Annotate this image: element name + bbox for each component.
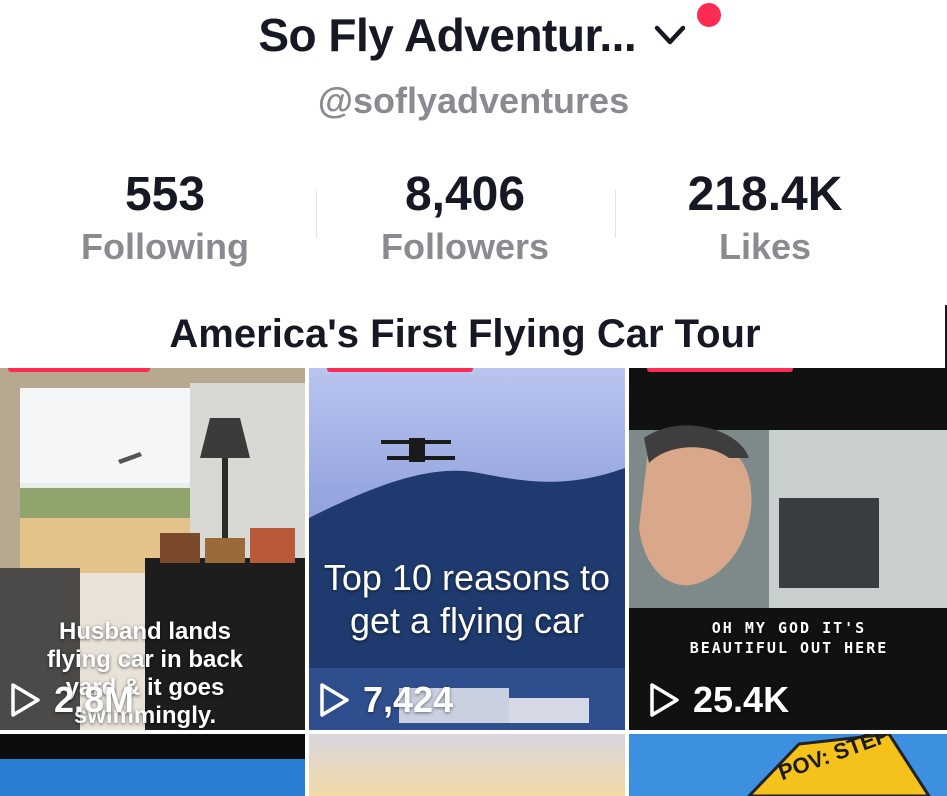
stat-followers[interactable]: 8,406 Followers bbox=[315, 165, 615, 269]
likes-count: 218.4K bbox=[687, 168, 843, 221]
view-count: 7,424 bbox=[317, 679, 454, 720]
profile-stats: 553 Following 8,406 Followers 218.4K Lik… bbox=[0, 165, 947, 275]
view-count-text: 2.8M bbox=[54, 679, 135, 720]
thumbnail-image bbox=[309, 734, 625, 796]
followers-label: Followers bbox=[380, 226, 550, 267]
profile-handle: @soflyadventures bbox=[317, 80, 630, 121]
video-thumbnail[interactable] bbox=[309, 734, 625, 796]
profile-name[interactable]: So Fly Adventur... bbox=[258, 8, 636, 62]
view-count: 2.8M bbox=[8, 679, 135, 720]
chevron-down-icon[interactable] bbox=[651, 16, 689, 54]
video-caption: OH MY GOD IT'S BEAUTIFUL OUT HERE bbox=[689, 619, 889, 657]
video-thumbnail[interactable] bbox=[0, 734, 305, 796]
thumbnail-image bbox=[0, 734, 305, 796]
thumbnail-image bbox=[629, 368, 947, 730]
playlist-title[interactable]: America's First Flying Car Tour bbox=[0, 312, 930, 357]
pinned-indicator bbox=[647, 368, 793, 372]
video-grid: Husband lands flying car in back yard & … bbox=[0, 368, 947, 796]
following-label: Following bbox=[81, 226, 249, 267]
video-thumbnail[interactable]: Top 10 reasons to get a flying car 7,424 bbox=[309, 368, 625, 730]
view-count-text: 7,424 bbox=[363, 679, 454, 720]
video-thumbnail[interactable]: Husband lands flying car in back yard & … bbox=[0, 368, 305, 730]
video-thumbnail[interactable]: OH MY GOD IT'S BEAUTIFUL OUT HERE 25.4K bbox=[629, 368, 947, 730]
view-count-text: 25.4K bbox=[693, 679, 790, 720]
video-thumbnail[interactable]: POV: STEP bbox=[629, 734, 947, 796]
pinned-indicator bbox=[327, 368, 473, 372]
stat-following[interactable]: 553 Following bbox=[15, 165, 315, 269]
view-count: 25.4K bbox=[647, 679, 790, 720]
followers-count: 8,406 bbox=[404, 168, 526, 221]
play-icon bbox=[650, 683, 679, 717]
following-count: 553 bbox=[124, 168, 206, 221]
profile-name-row[interactable]: So Fly Adventur... bbox=[0, 8, 947, 62]
stat-likes[interactable]: 218.4K Likes bbox=[615, 165, 915, 269]
notification-dot bbox=[697, 3, 721, 27]
video-caption: Top 10 reasons to get a flying car bbox=[323, 557, 611, 641]
play-icon bbox=[320, 683, 349, 717]
profile-header: So Fly Adventur... @soflyadventures bbox=[0, 0, 947, 130]
play-icon bbox=[11, 683, 40, 717]
likes-label: Likes bbox=[718, 226, 812, 267]
pinned-indicator bbox=[8, 368, 150, 372]
thumbnail-image bbox=[309, 368, 625, 730]
